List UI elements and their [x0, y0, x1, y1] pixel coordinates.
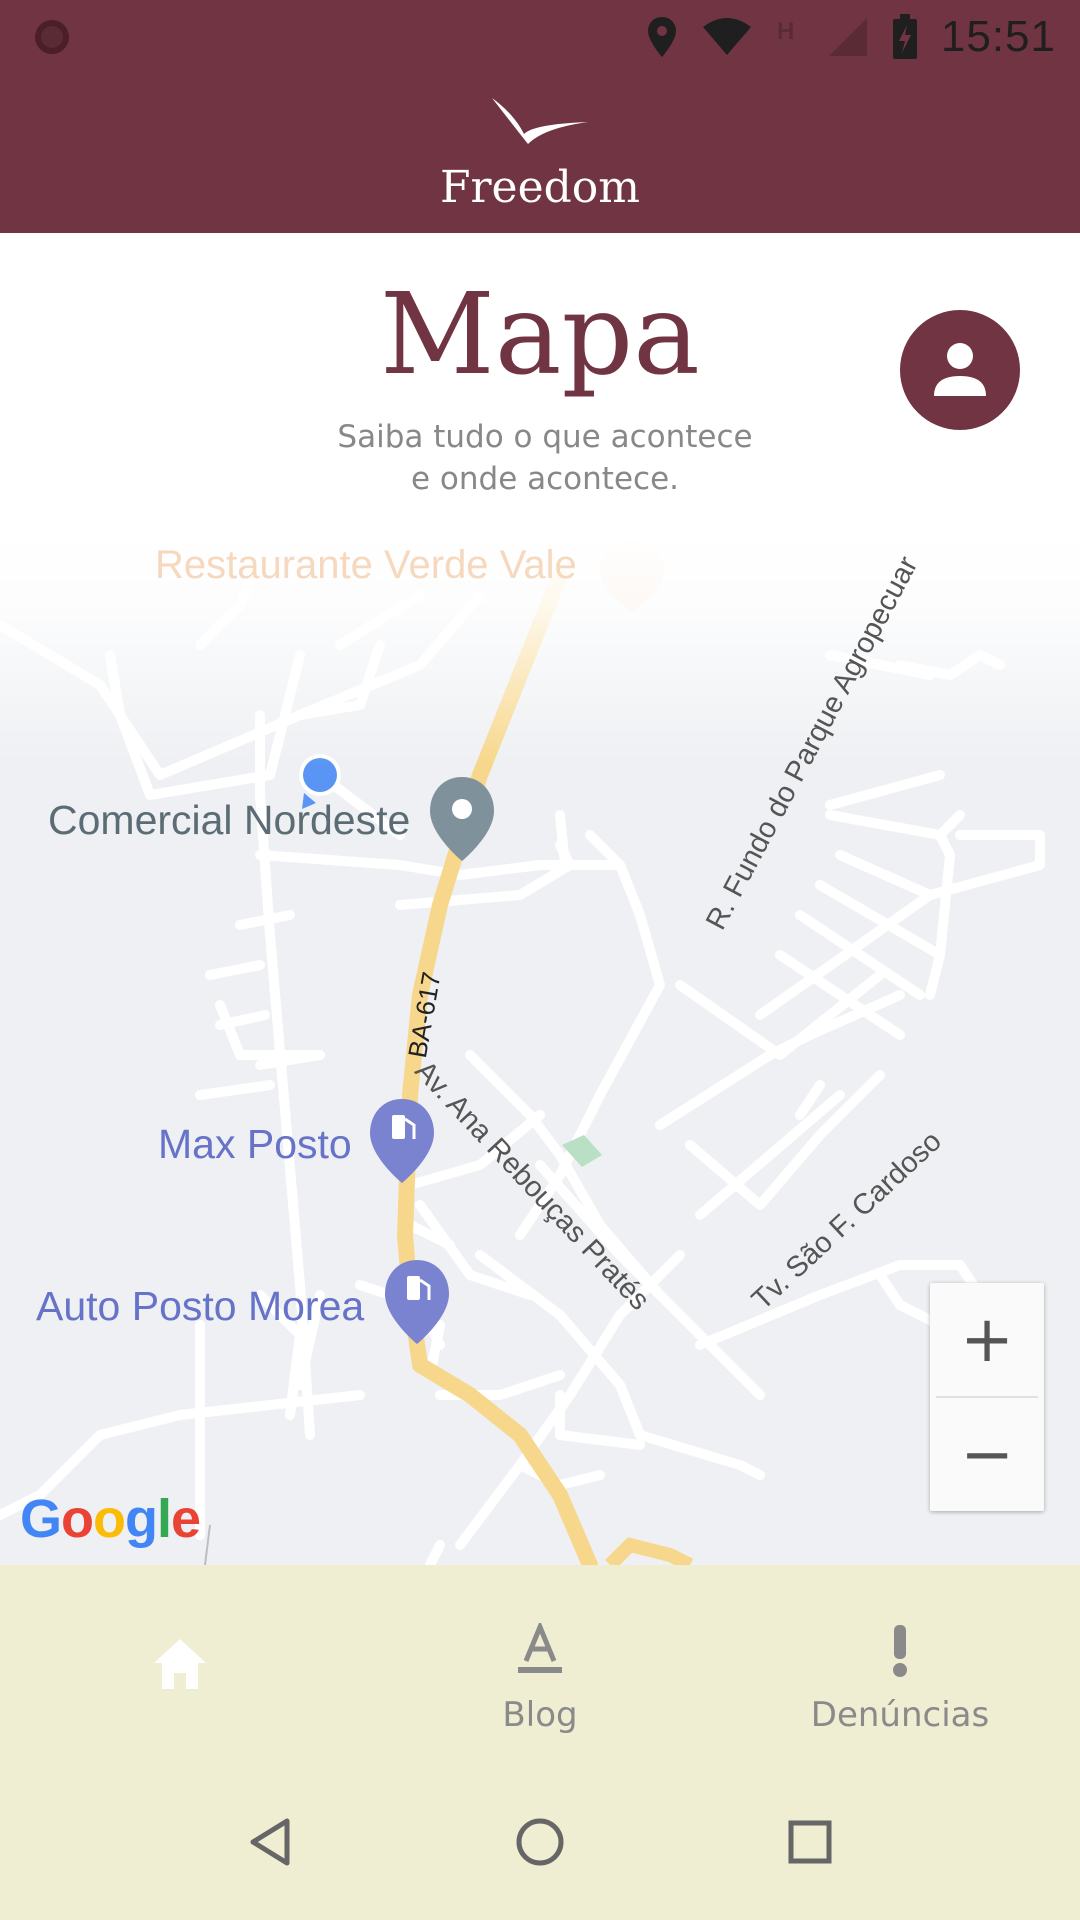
bottom-navigation: Blog Denúncias: [0, 1565, 1080, 1765]
google-logo-letter: o: [61, 1489, 94, 1549]
wifi-icon: [702, 18, 751, 55]
max-posto-fuel-pin-icon: [370, 1099, 434, 1183]
google-logo-letter: l: [157, 1489, 172, 1549]
exclamation-icon: [860, 1623, 940, 1693]
place-label-max-posto[interactable]: Max Posto: [158, 1121, 352, 1168]
place-label-restaurant[interactable]: Restaurante Verde Vale: [155, 543, 577, 588]
app-name: Freedom: [439, 162, 641, 213]
battery-charging-icon: [892, 14, 917, 59]
home-circle-icon[interactable]: [505, 1807, 575, 1877]
settings-icon: [35, 20, 69, 54]
place-label-auto-posto[interactable]: Auto Posto Morea: [36, 1283, 364, 1330]
text-a-icon: [500, 1623, 580, 1693]
profile-button[interactable]: [900, 310, 1020, 430]
bird-icon: [492, 98, 588, 144]
subtitle-line-2: e onde acontece.: [411, 461, 679, 497]
place-label-comercial[interactable]: Comercial Nordeste: [48, 797, 410, 844]
zoom-controls: + −: [930, 1283, 1044, 1511]
location-icon: [647, 17, 676, 57]
nav-item-blog[interactable]: Blog: [360, 1565, 720, 1765]
nav-item-home[interactable]: [0, 1565, 360, 1765]
h-signal-icon: H: [777, 18, 794, 45]
subtitle-line-1: Saiba tudo o que acontece: [337, 419, 753, 455]
nav-label-denuncias: Denúncias: [810, 1695, 990, 1735]
system-navigation-bar: [0, 1765, 1080, 1920]
nav-label-blog: Blog: [502, 1695, 578, 1735]
person-icon: [934, 343, 986, 396]
recents-icon[interactable]: [775, 1807, 845, 1877]
app-header: Freedom: [0, 74, 1080, 233]
google-logo-letter: g: [125, 1489, 158, 1549]
map-view[interactable]: Restaurante Verde Vale Comercial Nordest…: [0, 535, 1080, 1565]
comercial-pin-icon: [430, 777, 494, 861]
google-logo-letter: e: [171, 1489, 201, 1549]
status-time: 15:51: [940, 12, 1056, 61]
zoom-out-button[interactable]: −: [930, 1398, 1044, 1511]
home-icon: [140, 1635, 220, 1705]
status-bar: H 15:51: [0, 0, 1080, 74]
google-logo-letter: G: [20, 1489, 62, 1549]
google-logo-text: Google: [20, 1489, 201, 1549]
back-icon[interactable]: [235, 1807, 305, 1877]
svg-text:H: H: [777, 18, 794, 45]
page-subtitle: Saiba tudo o que acontece e onde acontec…: [290, 416, 800, 500]
google-logo-letter: o: [93, 1489, 126, 1549]
status-icons: H 15:51: [645, 10, 1056, 64]
zoom-in-button[interactable]: +: [930, 1283, 1044, 1396]
cell-signal-icon: [828, 18, 867, 56]
google-attribution: Google: [20, 1488, 201, 1550]
nav-item-denuncias[interactable]: Denúncias: [720, 1565, 1080, 1765]
